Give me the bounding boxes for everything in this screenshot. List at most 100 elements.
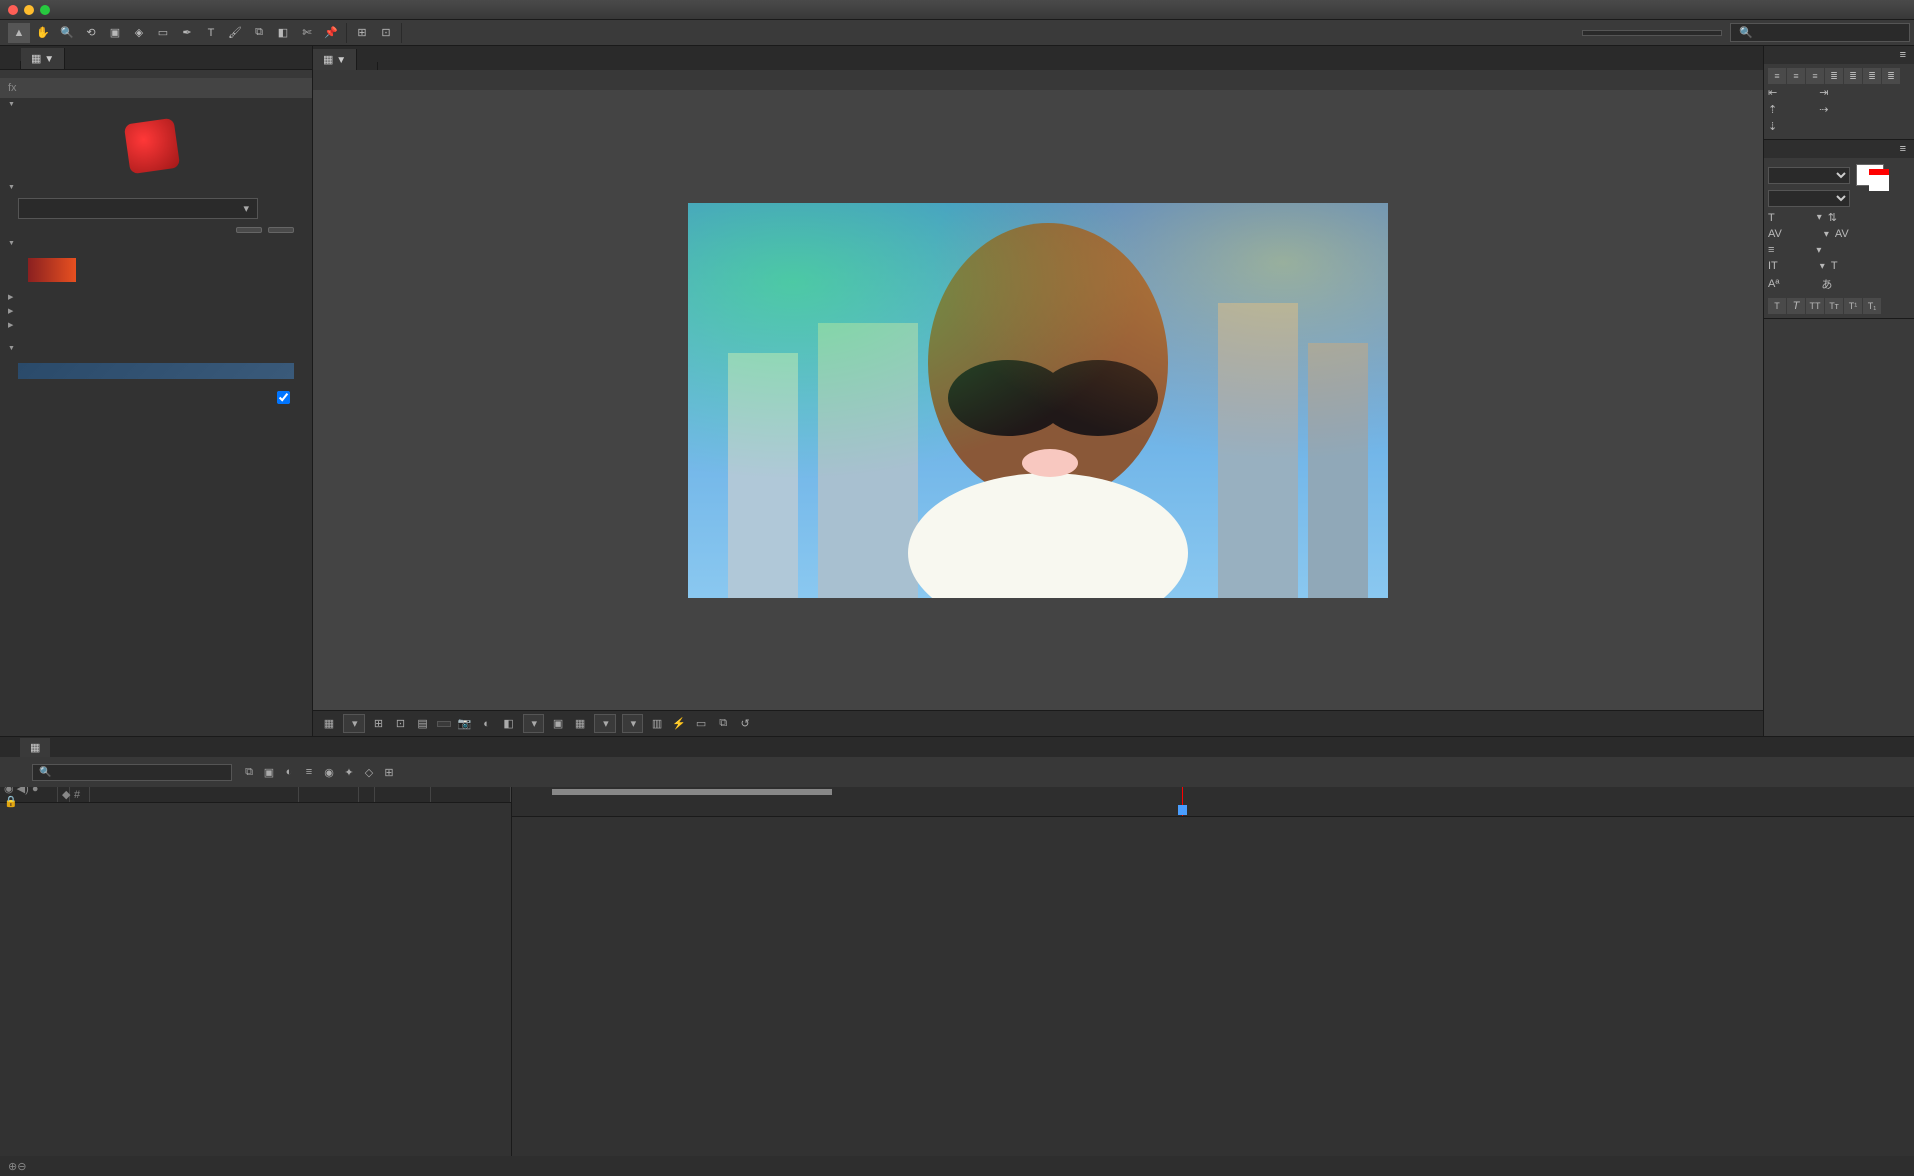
choose-preset-dropdown[interactable]: ▾ <box>18 198 258 219</box>
help-group[interactable] <box>0 98 312 111</box>
frame-blend-icon[interactable]: ≡ <box>300 763 318 781</box>
all-caps-button[interactable]: TT <box>1806 298 1824 314</box>
align-right-button[interactable]: ≡ <box>1806 68 1824 84</box>
selection-tool[interactable]: ▲ <box>8 23 30 43</box>
zoom-in-icon[interactable]: ⊕ <box>8 1160 17 1173</box>
timeline-comp-tab[interactable]: ▦ <box>20 738 50 757</box>
font-style-dropdown[interactable] <box>1768 190 1850 207</box>
geometry-group[interactable] <box>0 290 312 304</box>
fx-toggle-icon[interactable]: fx <box>8 82 17 94</box>
work-area-bar[interactable] <box>552 789 832 795</box>
brush-tool[interactable]: 🖌 <box>224 23 246 43</box>
resolution-icon[interactable]: ⊞ <box>371 716 387 732</box>
close-window-button[interactable] <box>8 5 18 15</box>
minimize-window-button[interactable] <box>24 5 34 15</box>
extra-group[interactable] <box>0 342 312 355</box>
tracking-icon: AV <box>1835 228 1849 240</box>
grid-icon[interactable]: ▤ <box>415 716 431 732</box>
time-ruler[interactable] <box>512 787 1914 817</box>
preview-timecode[interactable] <box>437 721 451 727</box>
panel-menu-icon[interactable]: ≡ <box>1900 49 1906 61</box>
color-clamping-group[interactable] <box>0 318 312 332</box>
layer-tab[interactable] <box>357 62 378 70</box>
justify-last-left-button[interactable]: ≣ <box>1825 68 1843 84</box>
paragraph-panel-header[interactable]: ≡ <box>1764 46 1914 64</box>
playhead[interactable] <box>1182 787 1183 816</box>
faux-bold-button[interactable]: T <box>1768 298 1786 314</box>
text-tool[interactable]: T <box>200 23 222 43</box>
motion-blur-icon[interactable]: ◉ <box>320 763 338 781</box>
effect-controls-tab[interactable]: ▦ ▼ <box>21 48 65 69</box>
superscript-button[interactable]: T¹ <box>1844 298 1862 314</box>
hide-shy-layers-icon[interactable]: ◐ <box>280 763 298 781</box>
light-leak-group[interactable] <box>0 237 312 250</box>
comp-mini-flowchart-icon[interactable]: ⧉ <box>240 763 258 781</box>
draft-3d-icon[interactable]: ▣ <box>260 763 278 781</box>
camera-dropdown[interactable]: ▾ <box>594 714 616 733</box>
zoom-dropdown[interactable]: ▾ <box>343 714 365 733</box>
light-leak-item[interactable] <box>0 250 312 290</box>
world-axis-icon[interactable]: ⊡ <box>375 23 397 43</box>
timeline-tracks[interactable] <box>512 787 1914 1156</box>
color-mgmt-icon[interactable]: ◧ <box>501 716 517 732</box>
roto-brush-tool[interactable]: ✄ <box>296 23 318 43</box>
stylization-group[interactable] <box>0 304 312 318</box>
open-preset-button[interactable] <box>236 227 262 233</box>
puppet-tool[interactable]: 📌 <box>320 23 342 43</box>
flowchart-icon[interactable]: ⧉ <box>715 716 731 732</box>
trkmat-header <box>375 787 431 802</box>
justify-all-button[interactable]: ≣ <box>1882 68 1900 84</box>
shape-tool[interactable]: ▭ <box>152 23 174 43</box>
mode-header <box>299 787 359 802</box>
search-help-input[interactable]: 🔍 <box>1730 23 1910 42</box>
project-tab[interactable] <box>0 61 21 69</box>
justify-last-center-button[interactable]: ≣ <box>1844 68 1862 84</box>
layer-search-input[interactable]: 🔍 <box>32 764 232 781</box>
maximize-window-button[interactable] <box>40 5 50 15</box>
safe-zones-icon[interactable]: ⊡ <box>393 716 409 732</box>
camera-tool[interactable]: ▣ <box>104 23 126 43</box>
eraser-tool[interactable]: ◧ <box>272 23 294 43</box>
brainstorm-icon[interactable]: ✦ <box>340 763 358 781</box>
always-preview-icon[interactable]: ▦ <box>321 716 337 732</box>
views-dropdown[interactable]: ▾ <box>622 714 644 733</box>
layer-list: ◉ ◀) ● 🔒 ◆ # <box>0 787 512 1156</box>
reset-exposure-icon[interactable]: ↺ <box>737 716 753 732</box>
transparency-grid-icon[interactable]: ▦ <box>572 716 588 732</box>
character-panel-header[interactable]: ≡ <box>1764 140 1914 158</box>
zoom-out-icon[interactable]: ⊖ <box>17 1160 26 1173</box>
composition-viewer[interactable] <box>313 90 1763 710</box>
justify-last-right-button[interactable]: ≣ <box>1863 68 1881 84</box>
resolution-dropdown[interactable]: ▾ <box>523 714 545 733</box>
zoom-tool[interactable]: 🔍 <box>56 23 78 43</box>
workspace-dropdown[interactable] <box>1582 30 1722 36</box>
clone-stamp-tool[interactable]: ⧉ <box>248 23 270 43</box>
faux-italic-button[interactable]: T <box>1787 298 1805 314</box>
font-family-dropdown[interactable] <box>1768 167 1850 184</box>
channel-icon[interactable]: ◐ <box>479 716 495 732</box>
fast-preview-icon[interactable]: ⚡ <box>671 716 687 732</box>
pen-tool[interactable]: ✒ <box>176 23 198 43</box>
fill-stroke-swatch[interactable] <box>1856 164 1884 186</box>
subscript-button[interactable]: T₁ <box>1863 298 1881 314</box>
small-caps-button[interactable]: Tᴛ <box>1825 298 1843 314</box>
auto-keyframe-icon[interactable]: ◇ <box>360 763 378 781</box>
composite-on-original-checkbox[interactable] <box>277 391 290 404</box>
snapshot-icon[interactable]: 📷 <box>457 716 473 732</box>
timeline-icon[interactable]: ▭ <box>693 716 709 732</box>
pan-behind-tool[interactable]: ◈ <box>128 23 150 43</box>
align-left-button[interactable]: ≡ <box>1768 68 1786 84</box>
local-axis-icon[interactable]: ⊞ <box>351 23 373 43</box>
rotate-tool[interactable]: ⟲ <box>80 23 102 43</box>
comp-flowpath[interactable] <box>313 70 1763 90</box>
roi-icon[interactable]: ▣ <box>550 716 566 732</box>
align-center-button[interactable]: ≡ <box>1787 68 1805 84</box>
saveas-preset-button[interactable] <box>268 227 294 233</box>
pixel-aspect-icon[interactable]: ▥ <box>649 716 665 732</box>
layer-name-header <box>90 787 299 802</box>
presets-group[interactable] <box>0 181 312 194</box>
graph-editor-icon[interactable]: ⊞ <box>380 763 398 781</box>
hand-tool[interactable]: ✋ <box>32 23 54 43</box>
composition-tab[interactable]: ▦ ▼ <box>313 49 357 70</box>
panel-menu-icon[interactable]: ≡ <box>1900 143 1906 155</box>
